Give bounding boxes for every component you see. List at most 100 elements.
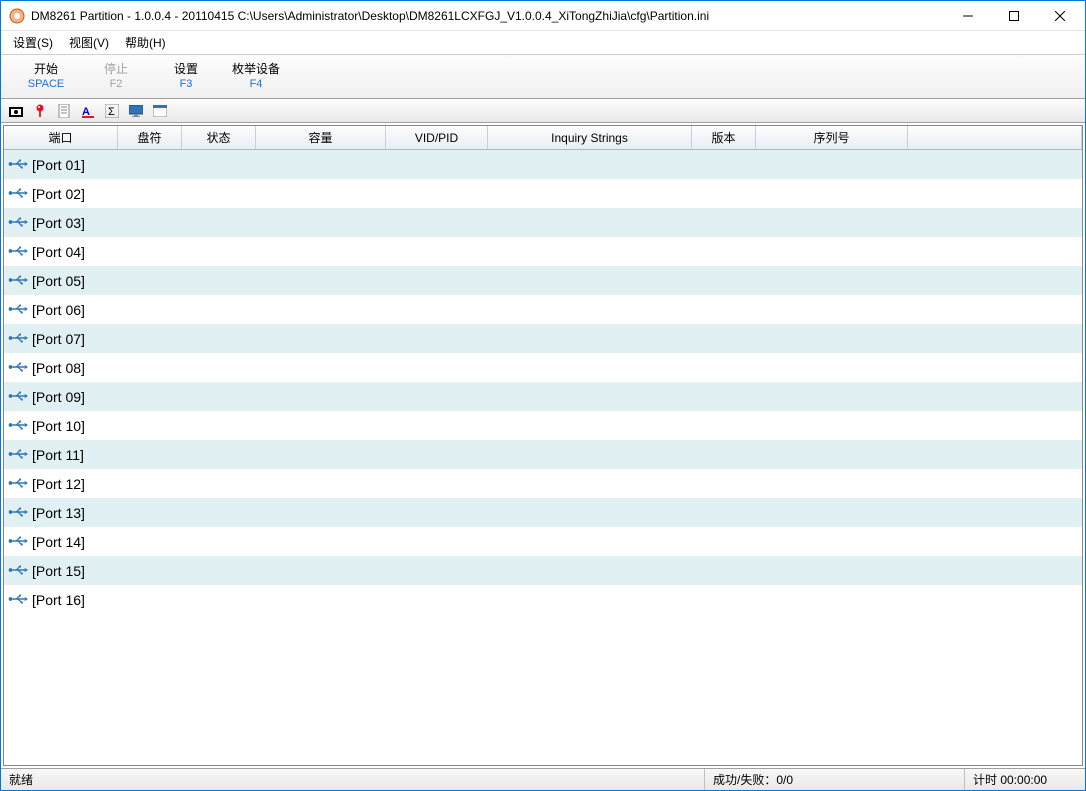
cell-status <box>182 382 256 411</box>
cell-port: [Port 13] <box>4 498 118 527</box>
toolbar-enum[interactable]: 枚举设备 F4 <box>221 57 291 96</box>
cell-status <box>182 150 256 179</box>
menu-help[interactable]: 帮助(H) <box>117 30 174 55</box>
cell-inquiry <box>488 266 692 295</box>
maximize-button[interactable] <box>991 1 1037 31</box>
table-row[interactable]: [Port 03] <box>4 208 1082 237</box>
cell-rest <box>908 556 1082 585</box>
usb-icon <box>8 476 28 492</box>
table-row[interactable]: [Port 14] <box>4 527 1082 556</box>
cell-capacity <box>256 469 386 498</box>
cell-port: [Port 07] <box>4 324 118 353</box>
table-row[interactable]: [Port 11] <box>4 440 1082 469</box>
cell-capacity <box>256 353 386 382</box>
cell-capacity <box>256 208 386 237</box>
menu-view[interactable]: 视图(V) <box>61 30 117 55</box>
table-row[interactable]: [Port 15] <box>4 556 1082 585</box>
cell-drive <box>118 440 182 469</box>
cell-drive <box>118 266 182 295</box>
cell-version <box>692 585 756 614</box>
minimize-button[interactable] <box>945 1 991 31</box>
cell-inquiry <box>488 324 692 353</box>
tool-doc-icon[interactable] <box>53 101 75 121</box>
table-row[interactable]: [Port 02] <box>4 179 1082 208</box>
cell-inquiry <box>488 440 692 469</box>
cell-version <box>692 527 756 556</box>
cell-inquiry <box>488 527 692 556</box>
col-inquiry[interactable]: Inquiry Strings <box>488 126 692 149</box>
cell-rest <box>908 498 1082 527</box>
cell-status <box>182 353 256 382</box>
cell-port: [Port 01] <box>4 150 118 179</box>
tool-camera-icon[interactable] <box>5 101 27 121</box>
port-label: [Port 05] <box>32 273 85 289</box>
cell-vidpid <box>386 237 488 266</box>
cell-drive <box>118 585 182 614</box>
cell-status <box>182 585 256 614</box>
col-drive[interactable]: 盘符 <box>118 126 182 149</box>
table-row[interactable]: [Port 04] <box>4 237 1082 266</box>
cell-serial <box>756 208 908 237</box>
grid-body: [Port 01] [Port 02] [Port 03] [Port 04] [Por… <box>4 150 1082 765</box>
cell-vidpid <box>386 150 488 179</box>
port-label: [Port 03] <box>32 215 85 231</box>
table-row[interactable]: [Port 05] <box>4 266 1082 295</box>
toolbar-start[interactable]: 开始 SPACE <box>11 57 81 96</box>
cell-rest <box>908 353 1082 382</box>
col-serial[interactable]: 序列号 <box>756 126 908 149</box>
cell-capacity <box>256 498 386 527</box>
usb-icon <box>8 186 28 202</box>
port-label: [Port 02] <box>32 186 85 202</box>
port-label: [Port 15] <box>32 563 85 579</box>
cell-inquiry <box>488 469 692 498</box>
menu-settings[interactable]: 设置(S) <box>5 30 61 55</box>
cell-version <box>692 208 756 237</box>
cell-port: [Port 02] <box>4 179 118 208</box>
tool-window-icon[interactable] <box>149 101 171 121</box>
usb-icon <box>8 360 28 376</box>
table-row[interactable]: [Port 10] <box>4 411 1082 440</box>
usb-icon <box>8 592 28 608</box>
table-row[interactable]: [Port 07] <box>4 324 1082 353</box>
toolbar-enum-hotkey: F4 <box>250 78 263 91</box>
table-row[interactable]: [Port 01] <box>4 150 1082 179</box>
cell-capacity <box>256 266 386 295</box>
table-row[interactable]: [Port 12] <box>4 469 1082 498</box>
cell-version <box>692 266 756 295</box>
col-status[interactable]: 状态 <box>182 126 256 149</box>
cell-status <box>182 527 256 556</box>
usb-icon <box>8 302 28 318</box>
table-row[interactable]: [Port 16] <box>4 585 1082 614</box>
port-label: [Port 10] <box>32 418 85 434</box>
tool-font-icon[interactable]: A <box>77 101 99 121</box>
close-button[interactable] <box>1037 1 1083 31</box>
cell-version <box>692 150 756 179</box>
usb-icon <box>8 505 28 521</box>
col-capacity[interactable]: 容量 <box>256 126 386 149</box>
col-port[interactable]: 端口 <box>4 126 118 149</box>
cell-drive <box>118 237 182 266</box>
table-row[interactable]: [Port 13] <box>4 498 1082 527</box>
table-row[interactable]: [Port 06] <box>4 295 1082 324</box>
table-row[interactable]: [Port 08] <box>4 353 1082 382</box>
cell-rest <box>908 469 1082 498</box>
cell-rest <box>908 411 1082 440</box>
cell-rest <box>908 324 1082 353</box>
cell-version <box>692 469 756 498</box>
tool-monitor-icon[interactable] <box>125 101 147 121</box>
cell-rest <box>908 440 1082 469</box>
col-vidpid[interactable]: VID/PID <box>386 126 488 149</box>
status-ready: 就绪 <box>1 769 705 790</box>
col-version[interactable]: 版本 <box>692 126 756 149</box>
svg-text:Σ: Σ <box>108 106 115 118</box>
cell-vidpid <box>386 585 488 614</box>
toolbar-settings[interactable]: 设置 F3 <box>151 57 221 96</box>
port-label: [Port 01] <box>32 157 85 173</box>
cell-rest <box>908 266 1082 295</box>
toolbar-stop-hotkey: F2 <box>110 78 123 91</box>
cell-vidpid <box>386 411 488 440</box>
tool-pin-icon[interactable] <box>29 101 51 121</box>
tool-sigma-icon[interactable]: Σ <box>101 101 123 121</box>
table-row[interactable]: [Port 09] <box>4 382 1082 411</box>
cell-serial <box>756 179 908 208</box>
